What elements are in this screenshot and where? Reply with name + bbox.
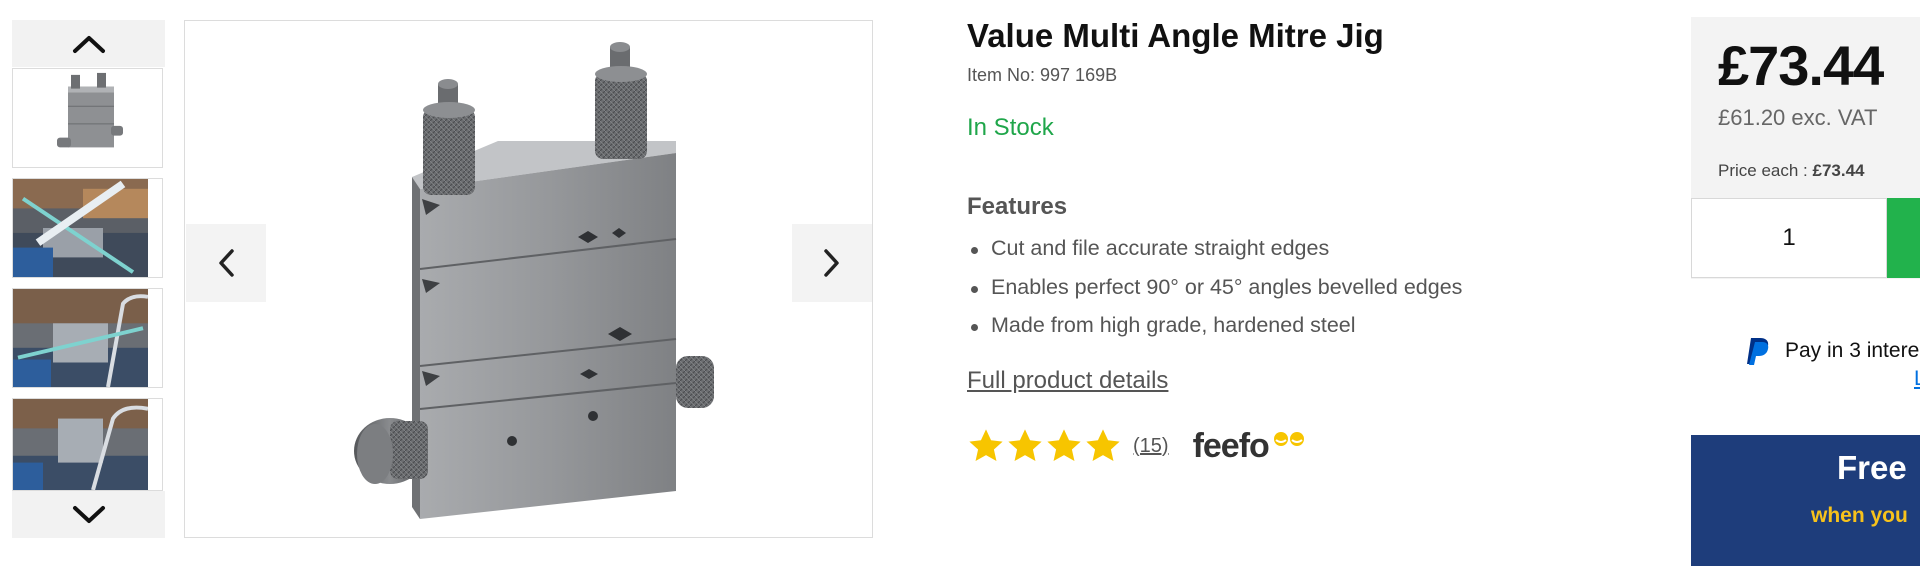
jig-in-vice-thumbnail-image <box>13 399 148 490</box>
chevron-up-icon <box>72 35 105 53</box>
previous-image-button[interactable] <box>186 224 266 302</box>
jig-filing-thumbnail-image <box>13 179 148 277</box>
feature-item: Made from high grade, hardened steel <box>967 313 1462 352</box>
features-list: Cut and file accurate straight edges Ena… <box>967 236 1462 352</box>
thumbnail-scroll-down-button[interactable] <box>12 491 165 538</box>
main-product-image <box>184 20 873 538</box>
price: £73.44 <box>1718 34 1884 97</box>
paypal-text: Pay in 3 intere <box>1785 339 1920 362</box>
product-title: Value Multi Angle Mitre Jig <box>967 17 1384 54</box>
price-each-label: Price each : <box>1718 161 1813 180</box>
thumbnail-3[interactable] <box>12 288 163 388</box>
price-each-value: £73.44 <box>1812 161 1865 180</box>
rating: (15) feefo <box>967 425 1304 467</box>
star-icon <box>1086 429 1120 462</box>
item-number: Item No: 997 169B <box>967 65 1118 85</box>
quantity-input[interactable]: 1 <box>1691 198 1887 278</box>
jig-sawing-thumbnail-image <box>13 289 148 387</box>
paypal-icon <box>1747 338 1769 365</box>
chevron-left-icon <box>219 249 234 277</box>
feefo-wordmark: feefo <box>1192 426 1270 465</box>
thumbnail-scroll-up-button[interactable] <box>12 20 165 67</box>
star-icon <box>1008 429 1042 462</box>
feefo-eyes-icon <box>1273 431 1304 446</box>
buy-box: £73.44 £61.20 exc. VAT Price each : £73.… <box>1691 17 1920 279</box>
next-image-button[interactable] <box>792 224 872 302</box>
paypal-learn-more-link[interactable]: L <box>1914 367 1920 391</box>
stock-status: In Stock <box>967 114 1054 141</box>
chevron-down-icon <box>72 505 105 523</box>
mitre-jig-image <box>354 42 714 519</box>
feefo-logo[interactable]: feefo <box>1192 426 1304 466</box>
feature-item: Enables perfect 90° or 45° angles bevell… <box>967 275 1462 314</box>
price-each: Price each : £73.44 <box>1718 161 1865 181</box>
chevron-right-icon <box>824 249 839 277</box>
star-icon <box>1047 429 1081 462</box>
review-count-link[interactable]: (15) <box>1133 435 1169 458</box>
mitre-jig-thumbnail-image <box>21 69 156 167</box>
thumbnail-4[interactable] <box>12 398 163 491</box>
thumbnail-2[interactable] <box>12 178 163 278</box>
features-heading: Features <box>967 193 1068 220</box>
thumbnail-1[interactable] <box>12 68 163 168</box>
thumbnail-rail <box>12 20 165 538</box>
delivery-banner-title: Free <box>1837 449 1907 486</box>
feature-item: Cut and file accurate straight edges <box>967 236 1462 275</box>
free-delivery-banner[interactable]: Free when you <box>1691 435 1920 566</box>
paypal-pay-in-3: Pay in 3 intere <box>1745 332 1919 370</box>
add-to-basket-button[interactable] <box>1887 198 1920 278</box>
full-product-details-link[interactable]: Full product details <box>967 367 1168 395</box>
price-ex-vat: £61.20 exc. VAT <box>1718 105 1878 130</box>
star-icon <box>969 429 1003 462</box>
delivery-banner-subtitle: when you <box>1811 504 1908 527</box>
